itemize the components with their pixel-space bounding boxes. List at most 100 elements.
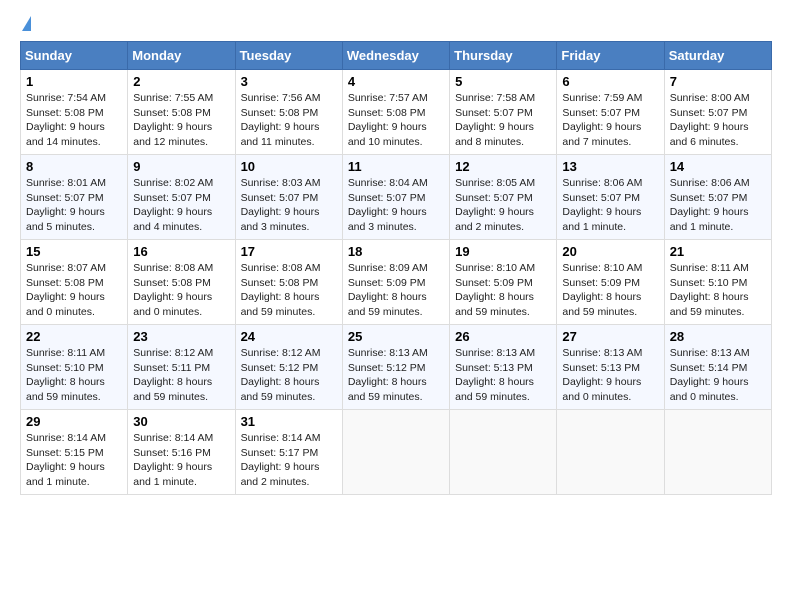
day-info: Sunrise: 8:05 AM Sunset: 5:07 PM Dayligh… [455, 176, 551, 235]
calendar-cell: 18 Sunrise: 8:09 AM Sunset: 5:09 PM Dayli… [342, 240, 449, 325]
day-number: 18 [348, 244, 444, 259]
day-info: Sunrise: 7:56 AM Sunset: 5:08 PM Dayligh… [241, 91, 337, 150]
page: Sunday Monday Tuesday Wednesday Thursday… [0, 0, 792, 511]
day-info: Sunrise: 8:11 AM Sunset: 5:10 PM Dayligh… [26, 346, 122, 405]
day-number: 22 [26, 329, 122, 344]
day-info: Sunrise: 8:13 AM Sunset: 5:12 PM Dayligh… [348, 346, 444, 405]
day-number: 16 [133, 244, 229, 259]
calendar-cell [450, 410, 557, 495]
calendar-cell: 14Sunrise: 8:06 AM Sunset: 5:07 PM Dayli… [664, 155, 771, 240]
calendar-cell: 30 Sunrise: 8:14 AM Sunset: 5:16 PM Dayli… [128, 410, 235, 495]
day-number: 7 [670, 74, 766, 89]
calendar-cell: 5 Sunrise: 7:58 AM Sunset: 5:07 PM Daylig… [450, 70, 557, 155]
calendar: Sunday Monday Tuesday Wednesday Thursday… [20, 41, 772, 495]
day-number: 15 [26, 244, 122, 259]
day-number: 24 [241, 329, 337, 344]
calendar-cell: 12 Sunrise: 8:05 AM Sunset: 5:07 PM Dayli… [450, 155, 557, 240]
calendar-week-row: 15 Sunrise: 8:07 AM Sunset: 5:08 PM Dayli… [21, 240, 772, 325]
day-info: Sunrise: 8:02 AM Sunset: 5:07 PM Dayligh… [133, 176, 229, 235]
day-number: 6 [562, 74, 658, 89]
day-info: Sunrise: 8:00 AM Sunset: 5:07 PM Dayligh… [670, 91, 766, 150]
day-info: Sunrise: 8:06 AM Sunset: 5:07 PM Dayligh… [562, 176, 658, 235]
calendar-cell: 29 Sunrise: 8:14 AM Sunset: 5:15 PM Dayli… [21, 410, 128, 495]
calendar-cell: 28 Sunrise: 8:13 AM Sunset: 5:14 PM Dayli… [664, 325, 771, 410]
day-number: 28 [670, 329, 766, 344]
day-info: Sunrise: 8:08 AM Sunset: 5:08 PM Dayligh… [241, 261, 337, 320]
calendar-cell: 3 Sunrise: 7:56 AM Sunset: 5:08 PM Daylig… [235, 70, 342, 155]
day-number: 3 [241, 74, 337, 89]
day-info: Sunrise: 7:59 AM Sunset: 5:07 PM Dayligh… [562, 91, 658, 150]
day-info: Sunrise: 7:55 AM Sunset: 5:08 PM Dayligh… [133, 91, 229, 150]
calendar-week-row: 22 Sunrise: 8:11 AM Sunset: 5:10 PM Dayli… [21, 325, 772, 410]
calendar-cell: 13 Sunrise: 8:06 AM Sunset: 5:07 PM Dayli… [557, 155, 664, 240]
header-tuesday: Tuesday [235, 42, 342, 70]
day-info: Sunrise: 8:06 AM Sunset: 5:07 PM Dayligh… [670, 176, 766, 235]
day-info: Sunrise: 8:14 AM Sunset: 5:16 PM Dayligh… [133, 431, 229, 490]
day-info: Sunrise: 8:12 AM Sunset: 5:11 PM Dayligh… [133, 346, 229, 405]
calendar-body: 1 Sunrise: 7:54 AM Sunset: 5:08 PM Daylig… [21, 70, 772, 495]
calendar-cell: 11Sunrise: 8:04 AM Sunset: 5:07 PM Dayli… [342, 155, 449, 240]
day-info: Sunrise: 7:57 AM Sunset: 5:08 PM Dayligh… [348, 91, 444, 150]
calendar-cell: 21 Sunrise: 8:11 AM Sunset: 5:10 PM Dayli… [664, 240, 771, 325]
day-number: 27 [562, 329, 658, 344]
day-info: Sunrise: 8:08 AM Sunset: 5:08 PM Dayligh… [133, 261, 229, 320]
calendar-cell: 10 Sunrise: 8:03 AM Sunset: 5:07 PM Dayli… [235, 155, 342, 240]
calendar-cell: 19Sunrise: 8:10 AM Sunset: 5:09 PM Dayli… [450, 240, 557, 325]
day-number: 29 [26, 414, 122, 429]
weekday-header-row: Sunday Monday Tuesday Wednesday Thursday… [21, 42, 772, 70]
calendar-cell [342, 410, 449, 495]
day-number: 19 [455, 244, 551, 259]
day-number: 4 [348, 74, 444, 89]
logo-triangle-icon [22, 16, 31, 31]
day-number: 31 [241, 414, 337, 429]
day-info: Sunrise: 8:14 AM Sunset: 5:17 PM Dayligh… [241, 431, 337, 490]
day-info: Sunrise: 7:54 AM Sunset: 5:08 PM Dayligh… [26, 91, 122, 150]
calendar-week-row: 29 Sunrise: 8:14 AM Sunset: 5:15 PM Dayli… [21, 410, 772, 495]
calendar-cell: 1 Sunrise: 7:54 AM Sunset: 5:08 PM Daylig… [21, 70, 128, 155]
header-monday: Monday [128, 42, 235, 70]
day-info: Sunrise: 8:12 AM Sunset: 5:12 PM Dayligh… [241, 346, 337, 405]
header-sunday: Sunday [21, 42, 128, 70]
calendar-cell [557, 410, 664, 495]
day-number: 10 [241, 159, 337, 174]
calendar-cell: 16 Sunrise: 8:08 AM Sunset: 5:08 PM Dayli… [128, 240, 235, 325]
day-number: 9 [133, 159, 229, 174]
day-info: Sunrise: 8:13 AM Sunset: 5:13 PM Dayligh… [455, 346, 551, 405]
day-info: Sunrise: 8:11 AM Sunset: 5:10 PM Dayligh… [670, 261, 766, 320]
calendar-cell: 22 Sunrise: 8:11 AM Sunset: 5:10 PM Dayli… [21, 325, 128, 410]
day-number: 8 [26, 159, 122, 174]
calendar-cell: 25Sunrise: 8:13 AM Sunset: 5:12 PM Dayli… [342, 325, 449, 410]
day-info: Sunrise: 8:14 AM Sunset: 5:15 PM Dayligh… [26, 431, 122, 490]
day-number: 20 [562, 244, 658, 259]
day-number: 21 [670, 244, 766, 259]
day-info: Sunrise: 8:03 AM Sunset: 5:07 PM Dayligh… [241, 176, 337, 235]
day-number: 17 [241, 244, 337, 259]
day-info: Sunrise: 8:10 AM Sunset: 5:09 PM Dayligh… [562, 261, 658, 320]
day-info: Sunrise: 8:13 AM Sunset: 5:14 PM Dayligh… [670, 346, 766, 405]
calendar-cell: 8Sunrise: 8:01 AM Sunset: 5:07 PM Daylig… [21, 155, 128, 240]
day-number: 30 [133, 414, 229, 429]
calendar-cell: 9 Sunrise: 8:02 AM Sunset: 5:07 PM Daylig… [128, 155, 235, 240]
header-friday: Friday [557, 42, 664, 70]
header [20, 16, 772, 31]
header-saturday: Saturday [664, 42, 771, 70]
day-info: Sunrise: 7:58 AM Sunset: 5:07 PM Dayligh… [455, 91, 551, 150]
day-info: Sunrise: 8:09 AM Sunset: 5:09 PM Dayligh… [348, 261, 444, 320]
day-number: 13 [562, 159, 658, 174]
calendar-cell: 31 Sunrise: 8:14 AM Sunset: 5:17 PM Dayli… [235, 410, 342, 495]
logo-row [20, 16, 31, 31]
calendar-week-row: 1 Sunrise: 7:54 AM Sunset: 5:08 PM Daylig… [21, 70, 772, 155]
calendar-cell: 24 Sunrise: 8:12 AM Sunset: 5:12 PM Dayli… [235, 325, 342, 410]
calendar-cell: 4 Sunrise: 7:57 AM Sunset: 5:08 PM Daylig… [342, 70, 449, 155]
calendar-cell [664, 410, 771, 495]
calendar-cell: 6 Sunrise: 7:59 AM Sunset: 5:07 PM Daylig… [557, 70, 664, 155]
day-number: 12 [455, 159, 551, 174]
day-info: Sunrise: 8:07 AM Sunset: 5:08 PM Dayligh… [26, 261, 122, 320]
calendar-week-row: 8Sunrise: 8:01 AM Sunset: 5:07 PM Daylig… [21, 155, 772, 240]
day-number: 11 [348, 159, 444, 174]
day-number: 1 [26, 74, 122, 89]
calendar-cell: 27Sunrise: 8:13 AM Sunset: 5:13 PM Dayli… [557, 325, 664, 410]
calendar-cell: 23Sunrise: 8:12 AM Sunset: 5:11 PM Dayli… [128, 325, 235, 410]
header-thursday: Thursday [450, 42, 557, 70]
day-number: 5 [455, 74, 551, 89]
